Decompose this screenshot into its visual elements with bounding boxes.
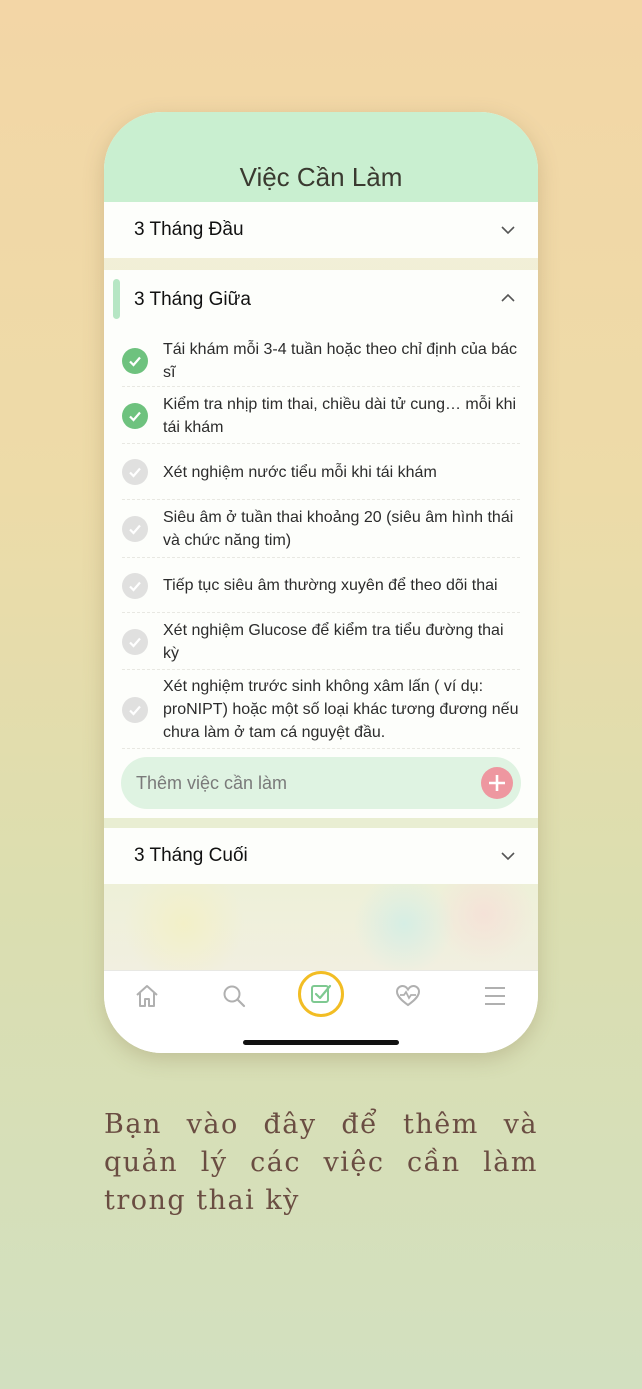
app-header: Việc Cần Làm bbox=[104, 112, 538, 202]
tab-todo[interactable] bbox=[298, 971, 344, 1017]
task-text: Siêu âm ở tuần thai khoảng 20 (siêu âm h… bbox=[163, 509, 514, 549]
page-title: Việc Cần Làm bbox=[239, 162, 403, 192]
task-text: Kiểm tra nhịp tim thai, chiều dài tử cun… bbox=[163, 395, 517, 436]
task-item[interactable]: Xét nghiệm trước sinh không xâm lấn ( ví… bbox=[122, 671, 520, 749]
menu-icon bbox=[485, 987, 505, 1005]
task-item[interactable]: Kiểm tra nhịp tim thai, chiều dài tử cun… bbox=[122, 388, 520, 444]
task-text: Xét nghiệm trước sinh không xâm lấn ( ví… bbox=[163, 678, 519, 741]
task-text: Tái khám mỗi 3-4 tuần hoặc theo chỉ định… bbox=[163, 340, 517, 381]
task-item[interactable]: Tái khám mỗi 3-4 tuần hoặc theo chỉ định… bbox=[122, 335, 520, 387]
search-icon bbox=[223, 985, 246, 1008]
section-third-trimester[interactable]: 3 Tháng Cuối bbox=[104, 828, 538, 884]
task-text: Xét nghiệm Glucose để kiểm tra tiểu đườn… bbox=[163, 621, 504, 662]
chevron-up-icon[interactable] bbox=[500, 290, 516, 306]
check-done-icon[interactable] bbox=[122, 402, 148, 429]
home-icon bbox=[136, 985, 158, 1007]
add-task-input[interactable] bbox=[121, 757, 461, 809]
task-text: Xét nghiệm nước tiểu mỗi khi tái khám bbox=[163, 463, 437, 481]
chevron-down-icon[interactable] bbox=[500, 222, 516, 238]
section-second-trimester: 3 Tháng Giữa Tái khám mỗi 3-4 tuần hoặc … bbox=[104, 270, 538, 818]
tab-home[interactable] bbox=[127, 981, 167, 1011]
check-todo-icon[interactable] bbox=[122, 459, 148, 485]
tab-health[interactable] bbox=[388, 981, 428, 1011]
content-area: 3 Tháng Đầu 3 Tháng Giữa Tái khám mỗi 3-… bbox=[104, 202, 538, 970]
check-todo-icon[interactable] bbox=[122, 696, 148, 723]
check-done-icon[interactable] bbox=[122, 347, 148, 374]
check-todo-icon[interactable] bbox=[122, 572, 148, 599]
task-text: Tiếp tục siêu âm thường xuyên để theo dõ… bbox=[163, 577, 498, 594]
check-todo-icon[interactable] bbox=[122, 516, 148, 542]
section-title: 3 Tháng Cuối bbox=[134, 845, 248, 866]
check-todo-icon[interactable] bbox=[122, 628, 148, 655]
task-item[interactable]: Xét nghiệm Glucose để kiểm tra tiểu đườn… bbox=[122, 614, 520, 670]
promo-caption: Bạn vào đây để thêm và quản lý các việc … bbox=[104, 1109, 538, 1216]
tab-menu[interactable] bbox=[475, 981, 515, 1011]
add-task-row bbox=[121, 757, 521, 809]
background-decoration bbox=[104, 884, 538, 970]
task-item[interactable]: Xét nghiệm nước tiểu mỗi khi tái khám bbox=[122, 445, 520, 500]
add-task-button[interactable] bbox=[481, 767, 513, 799]
task-item[interactable]: Siêu âm ở tuần thai khoảng 20 (siêu âm h… bbox=[122, 501, 520, 558]
home-indicator bbox=[243, 1040, 399, 1045]
tab-search[interactable] bbox=[214, 981, 254, 1011]
task-item[interactable]: Tiếp tục siêu âm thường xuyên để theo dõ… bbox=[122, 559, 520, 613]
section-title: 3 Tháng Đầu bbox=[134, 219, 244, 240]
heart-pulse-icon bbox=[395, 984, 421, 1007]
phone-frame: Việc Cần Làm 3 Tháng Đầu 3 Tháng Giữa Tá… bbox=[104, 112, 538, 1053]
section-accent-bar bbox=[113, 279, 120, 319]
checklist-icon bbox=[311, 984, 332, 1003]
plus-icon bbox=[489, 775, 505, 791]
chevron-down-icon[interactable] bbox=[500, 848, 516, 864]
section-first-trimester[interactable]: 3 Tháng Đầu bbox=[104, 202, 538, 258]
section-title[interactable]: 3 Tháng Giữa bbox=[134, 289, 251, 311]
